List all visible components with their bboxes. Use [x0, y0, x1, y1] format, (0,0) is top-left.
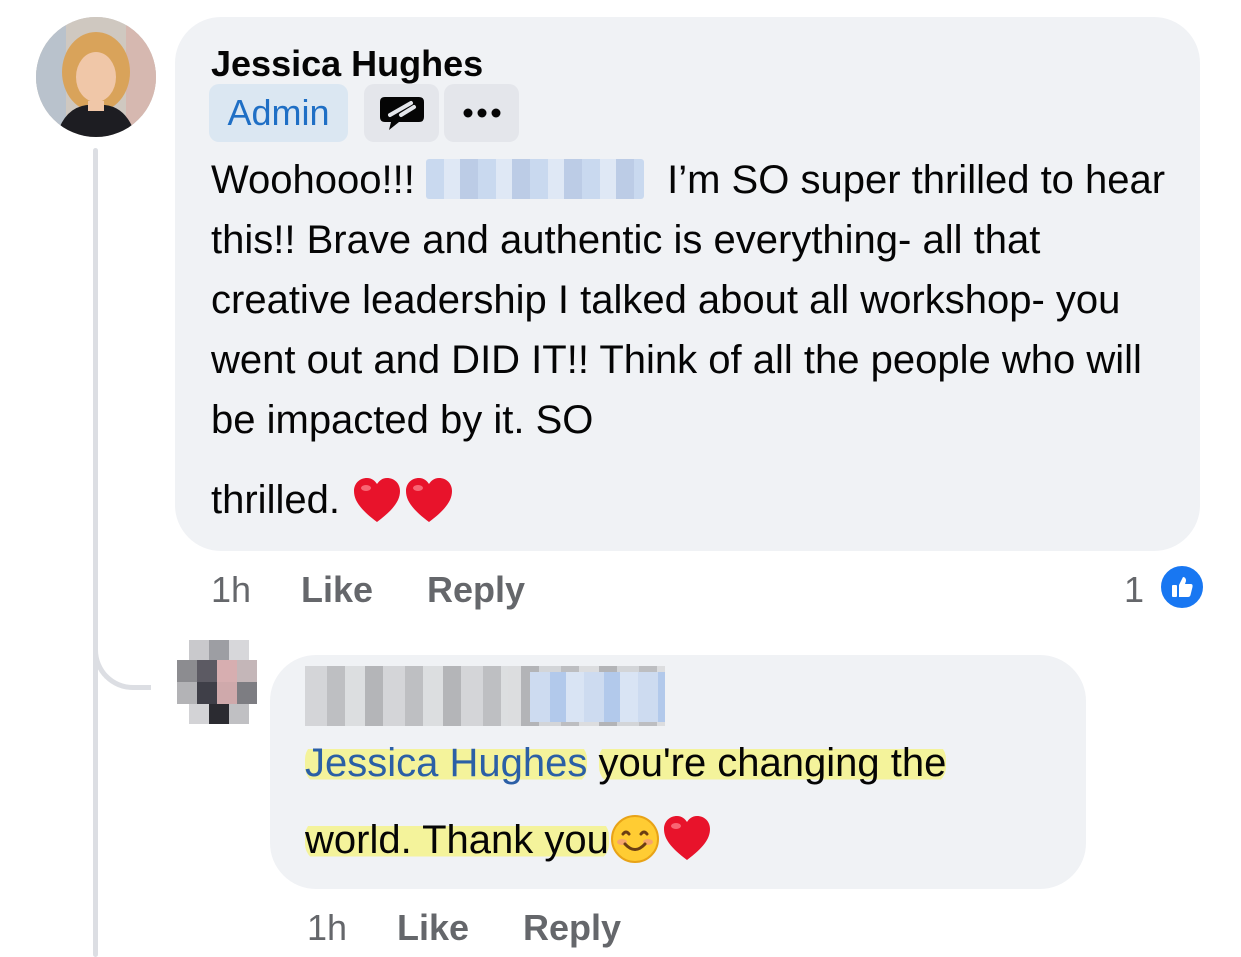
reply-text-line-2: world. Thank you [305, 818, 609, 862]
comment-text-lead: Woohooo!!! [211, 158, 415, 202]
reply-body-line-2: world. Thank you [305, 810, 713, 870]
reply-author-avatar[interactable] [177, 640, 257, 732]
comment-text-last: thrilled. [211, 478, 340, 522]
comment-timestamp[interactable]: 1h [211, 570, 251, 610]
reaction-count[interactable]: 1 [1124, 570, 1144, 610]
comment-like-label: Like [301, 569, 374, 610]
message-bubble-icon[interactable] [364, 84, 439, 142]
reply-body-line-1: Jessica Hughes you're changing the [305, 733, 947, 793]
red-heart-emoji [663, 816, 710, 860]
reply-reply-label: Reply [523, 907, 622, 948]
red-heart-emoji [354, 478, 401, 522]
smiling-face-emoji [610, 815, 659, 863]
thread-line [93, 148, 98, 957]
reply-reply-button[interactable]: Reply [523, 908, 621, 948]
reply-like-button[interactable]: Like [397, 908, 469, 948]
reply-mention-link[interactable]: Jessica Hughes [305, 741, 588, 785]
blurred-reply-author-name[interactable] [305, 666, 665, 726]
admin-badge[interactable]: Admin [209, 84, 348, 142]
red-heart-emoji [406, 478, 453, 522]
blurred-mention [425, 159, 644, 199]
author-avatar[interactable] [36, 17, 156, 137]
comment-reply-label: Reply [427, 569, 526, 610]
author-avatar-image [36, 17, 156, 137]
comment-reply-button[interactable]: Reply [427, 570, 525, 610]
thumbs-up-icon[interactable] [1158, 563, 1206, 611]
comment-body: Woohooo!!! I’m SO super thrilled to hear… [211, 150, 1176, 450]
comment-author-name[interactable]: Jessica Hughes [211, 42, 483, 86]
more-options-icon[interactable] [444, 84, 519, 142]
reply-text-line-1: you're changing the [598, 741, 947, 785]
reply-timestamp[interactable]: 1h [307, 908, 347, 948]
reply-like-label: Like [397, 907, 470, 948]
comment-like-button[interactable]: Like [301, 570, 373, 610]
comment-last-line: thrilled. [211, 470, 455, 530]
thread-connector [93, 615, 151, 690]
